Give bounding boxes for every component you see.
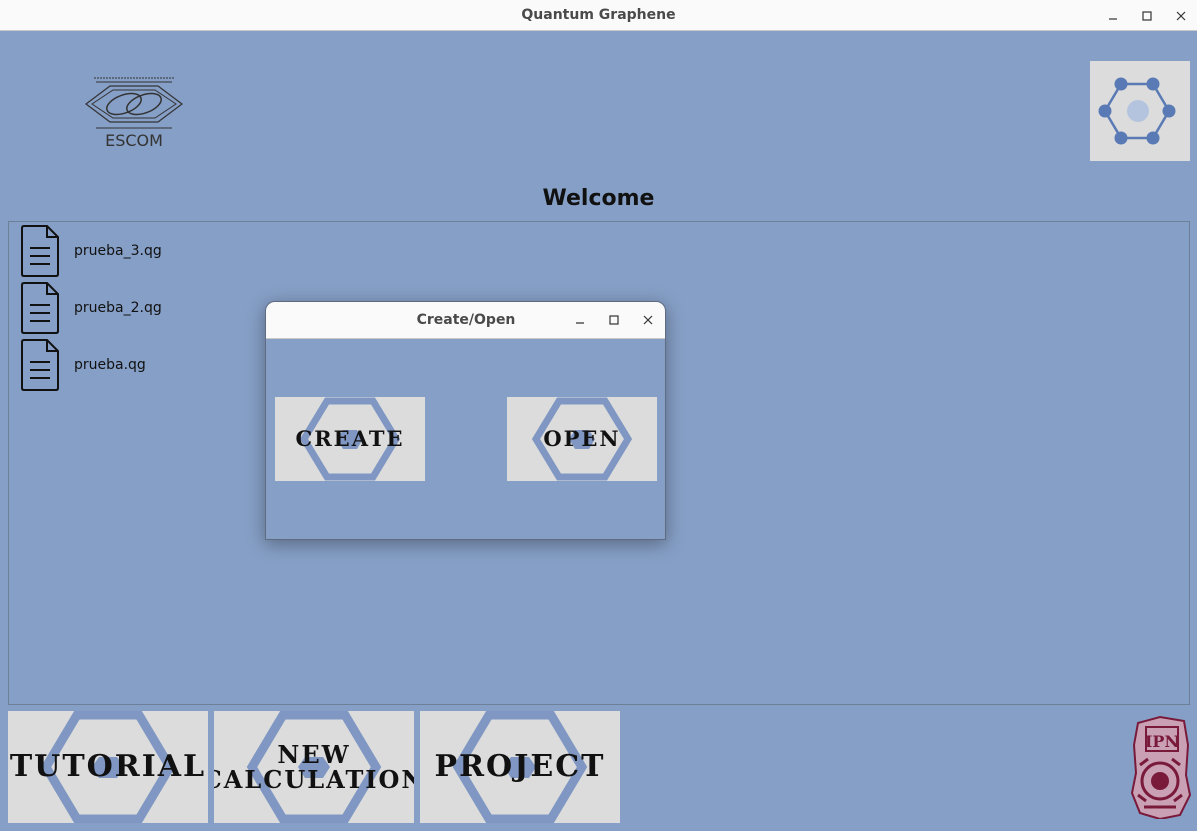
file-item[interactable]: prueba_2.qg xyxy=(19,281,219,335)
maximize-icon xyxy=(609,315,619,325)
open-label: OPEN xyxy=(543,425,621,451)
graphene-icon xyxy=(1098,77,1176,145)
welcome-heading: Welcome xyxy=(542,186,655,211)
dialog-maximize-button[interactable] xyxy=(599,305,629,335)
tutorial-button[interactable]: TUTORIAL xyxy=(8,711,208,823)
maximize-icon xyxy=(1142,10,1152,21)
close-button[interactable] xyxy=(1166,0,1196,31)
open-button[interactable]: OPEN xyxy=(507,397,657,481)
minimize-icon xyxy=(1109,17,1117,20)
ipn-logo: IPN xyxy=(1130,715,1192,821)
new-calculation-button[interactable]: NEW CALCULATION xyxy=(214,711,414,823)
file-item[interactable]: prueba_3.qg xyxy=(19,224,219,278)
file-name: prueba.qg xyxy=(74,357,146,373)
graphene-button[interactable] xyxy=(1090,61,1190,161)
file-name: prueba_3.qg xyxy=(74,243,162,259)
window-title: Quantum Graphene xyxy=(521,7,676,23)
new-calculation-label: NEW CALCULATION xyxy=(214,739,414,794)
file-name: prueba_2.qg xyxy=(74,300,162,316)
window-titlebar: Quantum Graphene xyxy=(0,0,1197,31)
create-label: CREATE xyxy=(295,425,405,451)
document-icon xyxy=(21,225,59,277)
svg-text:IPN: IPN xyxy=(1145,732,1179,751)
create-open-dialog: Create/Open CREATE OPEN xyxy=(265,301,666,540)
dialog-minimize-button[interactable] xyxy=(565,305,595,335)
tutorial-label: TUTORIAL xyxy=(9,749,207,785)
minimize-button[interactable] xyxy=(1098,0,1128,31)
escom-logo: ESCOM xyxy=(80,70,188,152)
document-icon xyxy=(21,282,59,334)
minimize-icon xyxy=(576,322,584,324)
maximize-button[interactable] xyxy=(1132,0,1162,31)
close-icon xyxy=(643,315,653,325)
close-icon xyxy=(1176,11,1186,20)
dialog-title: Create/Open xyxy=(416,312,516,328)
project-button[interactable]: PROJECT xyxy=(420,711,620,823)
file-item[interactable]: prueba.qg xyxy=(19,338,219,392)
project-label: PROJECT xyxy=(434,749,606,785)
document-icon xyxy=(21,339,59,391)
dialog-close-button[interactable] xyxy=(633,305,663,335)
dialog-titlebar: Create/Open xyxy=(266,302,665,339)
svg-text:ESCOM: ESCOM xyxy=(105,131,163,150)
create-button[interactable]: CREATE xyxy=(275,397,425,481)
